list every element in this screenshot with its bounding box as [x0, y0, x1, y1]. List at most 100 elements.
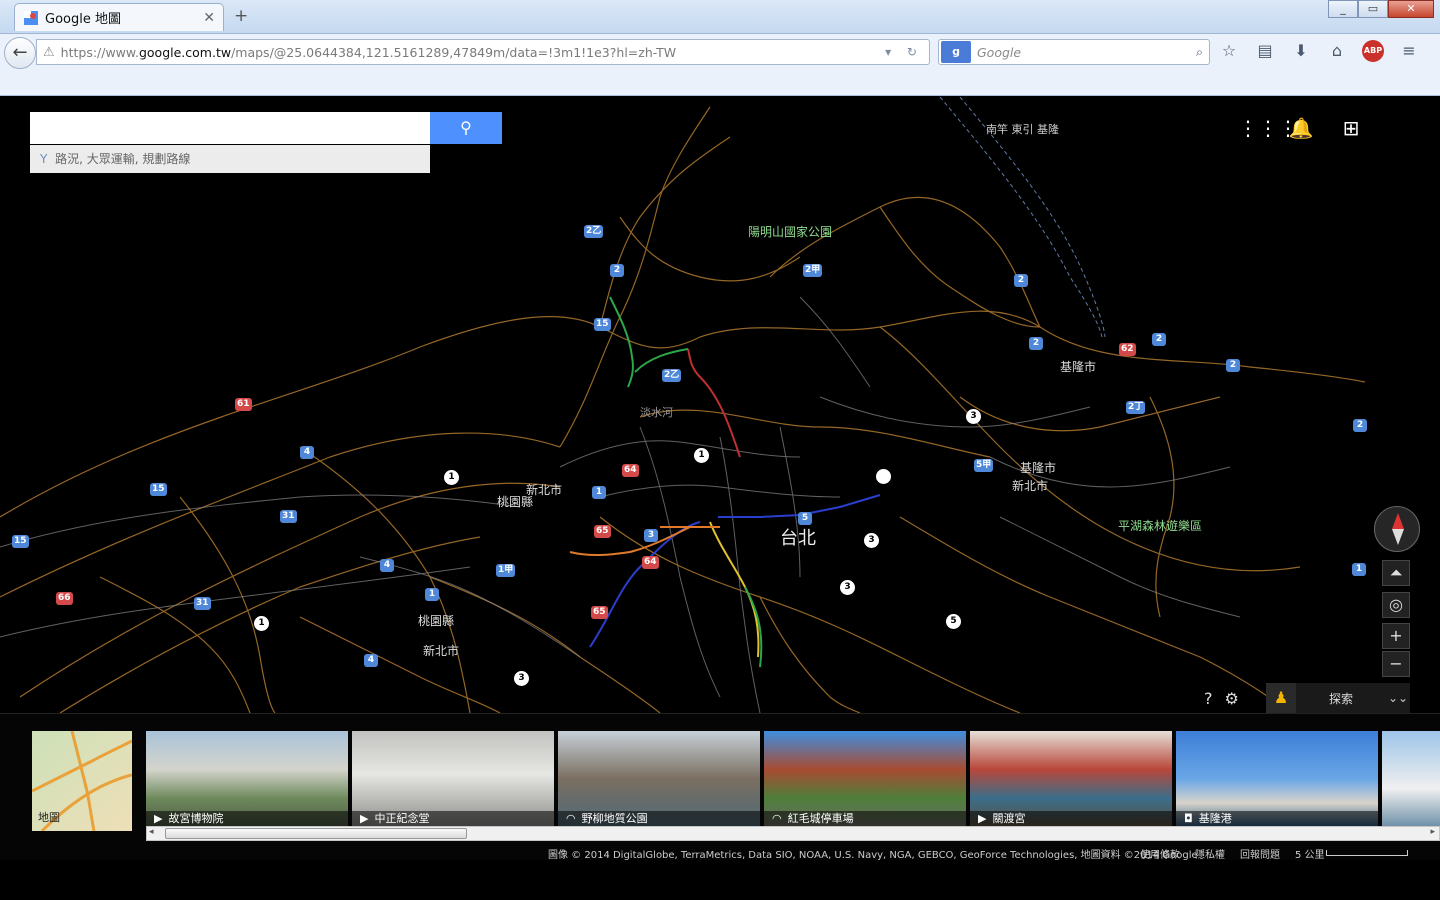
explore-label: 探索 [1328, 691, 1353, 706]
road-shield: 1 [694, 448, 709, 463]
road-shield: 15 [150, 483, 167, 496]
browser-navbar: ← ⚠ https://www. google.com.tw/maps/@25.0… [0, 34, 1440, 96]
chevron-down-icon[interactable]: ⌄⌄ [1386, 691, 1410, 705]
attribution-text: 圖像 © 2014 DigitalGlobe, TerraMetrics, Da… [548, 850, 1198, 861]
directions-suggestion[interactable]: Y 路況, 大眾運輸, 規劃路線 [30, 145, 430, 173]
boundary-label-xinbei: 新北市 [1012, 479, 1049, 493]
pegman-icon[interactable]: ♟ [1266, 683, 1296, 713]
road-shield: 2乙 [584, 225, 604, 238]
panorama-icon: ◠ [772, 812, 782, 825]
location-icon: ◎ [1389, 595, 1403, 614]
photo-card[interactable]: ◘ 基隆港 [1176, 731, 1378, 827]
zoom-out-button[interactable]: − [1382, 651, 1410, 677]
city-label-keelung[interactable]: 基隆市 [1060, 358, 1096, 375]
explore-panel-toggle[interactable]: ♟ 探索 ⌄⌄ [1266, 683, 1410, 713]
tilt-3d-button[interactable]: ⏶ [1382, 560, 1410, 586]
photo-title: 中正紀念堂 [374, 812, 430, 825]
road-shield: 5 [946, 614, 961, 629]
panorama-icon: ◠ [566, 812, 576, 825]
compass-control[interactable] [1374, 506, 1420, 552]
maps-search-input[interactable] [30, 112, 430, 144]
road-shield: 5甲 [974, 459, 994, 472]
park-label-yangmingshan[interactable]: 陽明山國家公園 [748, 223, 832, 240]
adblock-icon[interactable]: ABP [1362, 40, 1384, 62]
maximize-button[interactable]: ▭ [1358, 0, 1388, 18]
road-shield: 2 [1152, 333, 1166, 346]
road-shield: 4 [364, 654, 378, 667]
new-tab-button[interactable]: + [234, 6, 248, 26]
search-engine-icon[interactable]: g [941, 41, 971, 63]
road-shield: 3 [966, 409, 981, 424]
home-icon[interactable]: ⌂ [1326, 40, 1348, 62]
search-icon[interactable]: ⌕ [1196, 44, 1203, 60]
road-shield: 3 [840, 580, 855, 595]
photo-card[interactable]: ◠ 野柳地質公園 [558, 731, 760, 827]
map-canvas[interactable]: ⚲ Y 路況, 大眾運輸, 規劃路線 ⋮⋮⋮ 🔔 ⊞ 陽明山國家公園 平湖森林遊… [0, 97, 1440, 713]
menu-icon[interactable]: ≡ [1398, 40, 1420, 62]
map-view-thumbnail[interactable]: 地圖 [32, 731, 132, 831]
scroll-right-arrow-icon[interactable]: ▸ [1430, 827, 1435, 837]
carousel-scrollbar[interactable]: ◂ ▸ [146, 826, 1440, 841]
road-shield: 1 [1352, 563, 1366, 576]
road-shield: 1 [444, 470, 459, 485]
photo-card[interactable]: ▶ 關渡宮 [970, 731, 1172, 827]
camera-icon: ◘ [1184, 812, 1193, 825]
road-shield: 3 [864, 533, 879, 548]
photo-card[interactable]: ◠ 紅毛城停車場 [764, 731, 966, 827]
notifications-bell-icon[interactable]: 🔔 [1288, 115, 1314, 141]
boundary-label-keelung: 基隆市 [1020, 461, 1057, 475]
scrollbar-thumb[interactable] [165, 828, 467, 839]
help-icon[interactable]: ? [1204, 689, 1213, 708]
settings-gear-icon[interactable]: ⚙ [1225, 689, 1239, 708]
road-shield: 2丁 [1126, 401, 1146, 414]
share-add-icon[interactable]: ⊞ [1338, 115, 1364, 141]
url-path: /maps/@25.0644384,121.5161289,47849m/dat… [231, 44, 677, 60]
directions-icon: Y [40, 152, 48, 166]
photo-card[interactable]: ▶ 中正紀念堂 [352, 731, 554, 827]
reload-icon[interactable]: ▾ ↻ [885, 45, 923, 59]
road-shield: 1 [254, 616, 269, 631]
road-shield: 66 [56, 592, 73, 605]
terms-link[interactable]: 使用條款 [1140, 846, 1180, 861]
bookmark-star-icon[interactable]: ☆ [1218, 40, 1240, 62]
road-shield: 65 [591, 606, 608, 619]
account-controls: ⋮⋮⋮ 🔔 ⊞ [1238, 115, 1364, 141]
browser-search-bar[interactable]: g Google ⌕ [938, 39, 1210, 65]
road-shield: 2 [1353, 419, 1367, 432]
photo-carousel: ▶ 故宮博物院 ▶ 中正紀念堂 ◠ 野柳地質公園 ◠ 紅毛城停車場 ▶ 關渡宮 ◘ 基隆港 [146, 731, 1440, 827]
browser-tab[interactable]: Google 地圖 ✕ [14, 3, 224, 31]
privacy-link[interactable]: 隱私權 [1195, 846, 1225, 861]
photo-card[interactable]: ▶ 故宮博物院 [146, 731, 348, 827]
road-shield: 4 [380, 559, 394, 572]
map-thumbnail-label: 地圖 [38, 811, 60, 824]
browser-toolbar: ☆ ▤ ⬇ ⌂ ABP ≡ [1218, 40, 1420, 62]
scale-label[interactable]: 5 公里 [1295, 846, 1325, 861]
back-arrow-icon: ← [12, 42, 28, 63]
close-tab-icon[interactable]: ✕ [203, 10, 215, 26]
scale-bar [1326, 850, 1408, 856]
road-shield: 64 [622, 464, 639, 477]
url-bar[interactable]: ⚠ https://www. google.com.tw/maps/@25.064… [36, 39, 930, 65]
zoom-in-button[interactable]: + [1382, 623, 1410, 649]
apps-grid-icon[interactable]: ⋮⋮⋮ [1238, 115, 1298, 141]
my-location-button[interactable]: ◎ [1382, 592, 1410, 618]
download-icon[interactable]: ⬇ [1290, 40, 1312, 62]
scroll-left-arrow-icon[interactable]: ◂ [149, 827, 154, 837]
minimize-button[interactable]: _ [1328, 0, 1358, 18]
river-label-tamsui: 淡水河 [640, 406, 673, 419]
photo-title: 故宮博物院 [168, 812, 224, 825]
road-shield: 15 [594, 318, 611, 331]
reading-list-icon[interactable]: ▤ [1254, 40, 1276, 62]
report-problem-link[interactable]: 回報問題 [1240, 846, 1280, 861]
suggestion-text: 路況, 大眾運輸, 規劃路線 [55, 152, 191, 166]
park-label-pinghu[interactable]: 平湖森林遊樂區 [1118, 517, 1202, 534]
satellite-road-map [0, 97, 1366, 713]
tilt-icon: ⏶ [1389, 563, 1403, 582]
search-placeholder: Google [977, 44, 1022, 60]
photo-card-partial[interactable] [1382, 731, 1440, 827]
close-window-button[interactable]: ✕ [1388, 0, 1434, 18]
city-label-taipei[interactable]: 台北 [780, 524, 816, 550]
back-button[interactable]: ← [4, 37, 36, 69]
maps-search-button[interactable]: ⚲ [430, 112, 502, 144]
tab-title: Google 地圖 [45, 12, 121, 27]
